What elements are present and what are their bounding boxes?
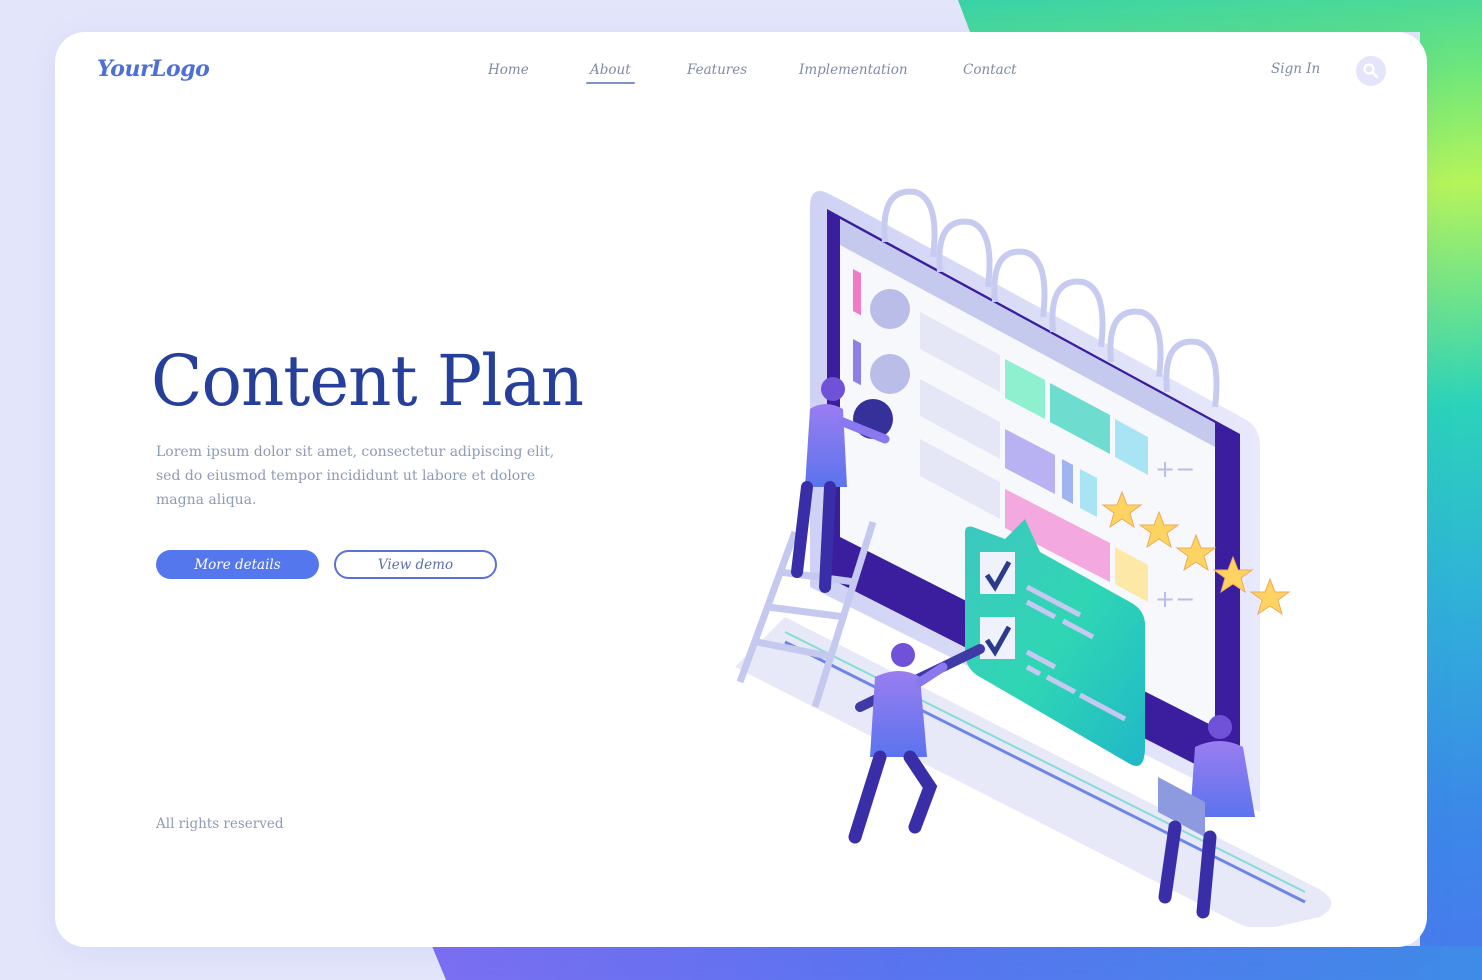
- copyright-text: All rights reserved: [156, 816, 284, 832]
- svg-text:+−: +−: [1155, 585, 1195, 613]
- nav-item-about[interactable]: About: [586, 62, 635, 84]
- hero-description: Lorem ipsum dolor sit amet, consectetur …: [156, 444, 555, 508]
- hero-title: Content Plan: [151, 340, 584, 422]
- sign-in-link[interactable]: Sign In: [1271, 61, 1320, 77]
- nav-item-implementation[interactable]: Implementation: [799, 62, 908, 78]
- search-icon: [1363, 63, 1379, 79]
- nav-item-contact[interactable]: Contact: [963, 62, 1017, 78]
- view-demo-button[interactable]: View demo: [334, 550, 497, 579]
- more-details-button[interactable]: More details: [156, 550, 319, 579]
- nav-item-home[interactable]: Home: [488, 62, 529, 78]
- nav-item-features[interactable]: Features: [687, 62, 747, 78]
- svg-text:+−: +−: [1155, 455, 1195, 483]
- main-nav: Home About Features Implementation Conta…: [55, 62, 1427, 86]
- search-button[interactable]: [1356, 56, 1386, 86]
- content-plan-illustration: +− +−: [735, 188, 1332, 927]
- landing-card: YourLogo Home About Features Implementat…: [55, 32, 1427, 947]
